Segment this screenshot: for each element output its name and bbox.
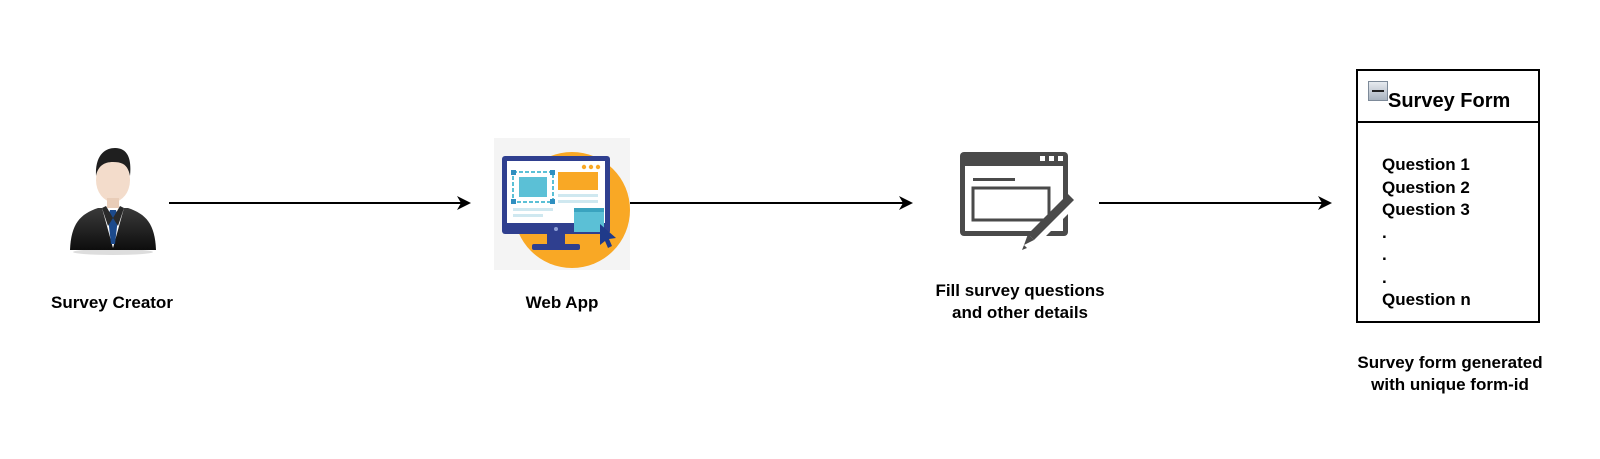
collapse-icon[interactable] bbox=[1368, 81, 1388, 101]
businessman-icon bbox=[70, 148, 156, 255]
question-line: Question n bbox=[1382, 290, 1471, 309]
fill-label-line-2: and other details bbox=[951, 303, 1089, 322]
webapp-label: Web App bbox=[525, 293, 599, 312]
survey-form-header: Survey Form bbox=[1358, 71, 1538, 123]
survey-form-title: Survey Form bbox=[1388, 90, 1511, 112]
question-line: . bbox=[1382, 222, 1387, 242]
fill-label: Fill survey questions and other details bbox=[900, 280, 1140, 324]
question-line: Question 2 bbox=[1382, 177, 1470, 197]
survey-form-questions: Question 1 Question 2 Question 3 . . . Q… bbox=[1382, 154, 1471, 312]
creator-label: Survey Creator bbox=[51, 293, 173, 312]
form-caption-line-1: Survey form generated bbox=[1357, 353, 1543, 372]
fill-label-line-1: Fill survey questions bbox=[935, 281, 1105, 300]
form-caption: Survey form generated with unique form-i… bbox=[1320, 352, 1580, 396]
monitor-web-app-icon bbox=[494, 138, 630, 270]
form-edit-icon bbox=[960, 152, 1078, 252]
form-caption-line-2: with unique form-id bbox=[1371, 375, 1529, 394]
question-line: Question 1 bbox=[1382, 155, 1470, 174]
question-line: Question 3 bbox=[1382, 200, 1470, 219]
question-line: . bbox=[1382, 267, 1387, 287]
question-line: . bbox=[1382, 245, 1387, 264]
